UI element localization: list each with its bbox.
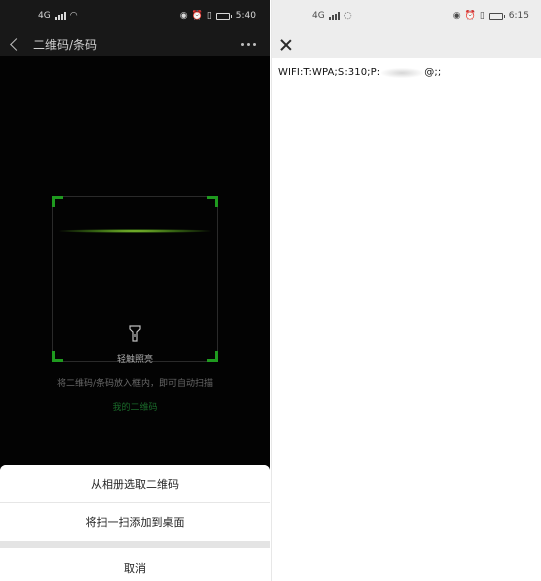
status-time: 5:40	[235, 11, 256, 21]
add-to-desktop-button[interactable]: 将扫一扫添加到桌面	[0, 503, 270, 541]
alarm-icon: ⏰	[464, 10, 476, 21]
status-time: 6:15	[508, 11, 529, 21]
vibrate-icon: ▯	[479, 10, 485, 21]
wifi-icon: ◠	[69, 10, 78, 21]
scan-result-text[interactable]: WIFI:T:WPA;S:310;P: @;;	[278, 67, 533, 78]
scanner-screen: 4G ◠ ◉ ⏰ ▯ 5:40 二维码/条码 轻触照亮 将二维码/条码放入框内，…	[0, 0, 270, 581]
result-prefix: WIFI:T:WPA;S:310;P:	[278, 67, 381, 78]
scan-line	[59, 229, 211, 233]
redacted-password	[381, 67, 424, 78]
battery-icon	[488, 12, 505, 20]
flashlight-icon	[129, 325, 141, 342]
nav-bar: 二维码/条码	[0, 32, 270, 56]
page-title: 二维码/条码	[33, 37, 98, 52]
status-bar: 4G ◌ ◉ ⏰ ▯ 6:15	[272, 0, 541, 32]
signal-icon	[54, 12, 66, 20]
signal-icon	[328, 12, 340, 20]
torch-button[interactable]: 轻触照亮	[53, 325, 217, 366]
result-suffix: @;;	[424, 67, 442, 78]
battery-icon	[215, 12, 232, 20]
close-icon[interactable]	[280, 39, 292, 51]
frame-corner	[207, 196, 218, 207]
action-sheet: 从相册选取二维码 将扫一扫添加到桌面 取消	[0, 465, 270, 581]
network-type: 4G	[38, 10, 51, 21]
vibrate-icon: ▯	[206, 10, 212, 21]
network-type: 4G	[312, 10, 325, 21]
choose-from-album-button[interactable]: 从相册选取二维码	[0, 465, 270, 503]
eye-comfort-icon: ◉	[452, 10, 461, 21]
scan-hint: 将二维码/条码放入框内，即可自动扫描	[56, 379, 214, 389]
my-qr-link[interactable]: 我的二维码	[0, 400, 270, 413]
scan-frame: 轻触照亮	[52, 196, 218, 365]
cancel-button[interactable]: 取消	[0, 548, 270, 581]
more-icon[interactable]	[241, 42, 256, 46]
scan-result-screen: 4G ◌ ◉ ⏰ ▯ 6:15 WIFI:T:WPA;S:310;P: @;;	[271, 0, 541, 581]
nav-bar	[272, 32, 541, 58]
data-sync-icon: ◌	[343, 10, 352, 21]
frame-corner	[52, 196, 63, 207]
torch-label: 轻触照亮	[116, 355, 153, 365]
sheet-divider	[0, 541, 270, 548]
eye-comfort-icon: ◉	[179, 10, 188, 21]
alarm-icon: ⏰	[191, 10, 203, 21]
status-bar: 4G ◠ ◉ ⏰ ▯ 5:40	[0, 0, 270, 32]
back-icon[interactable]	[10, 37, 23, 51]
